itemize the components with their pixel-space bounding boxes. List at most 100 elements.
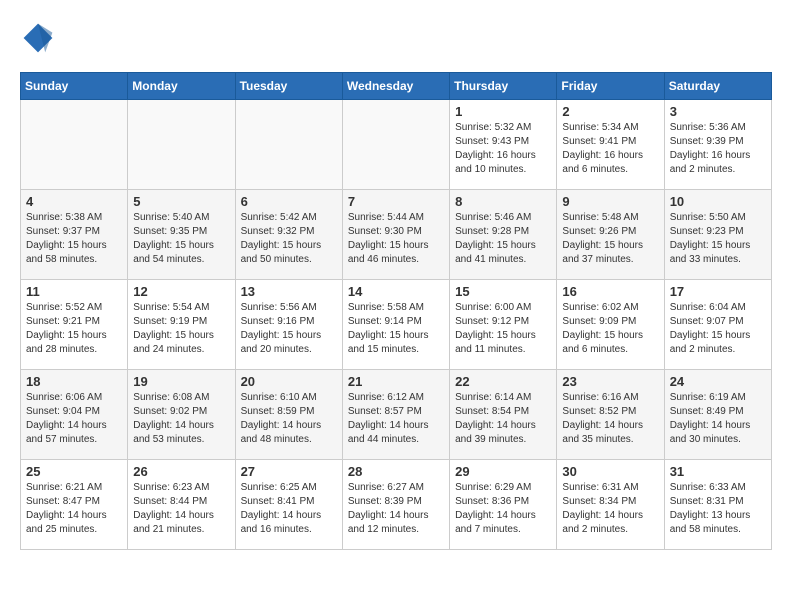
calendar-cell: 19Sunrise: 6:08 AM Sunset: 9:02 PM Dayli… [128,370,235,460]
weekday-header-wednesday: Wednesday [342,73,449,100]
day-number: 21 [348,374,444,389]
calendar-week-row: 11 Sunrise: 5:52 AM Sunset: 9:21 PM Dayli… [21,280,772,370]
page-header [20,20,772,56]
calendar-week-row: 25 Sunrise: 6:21 AM Sunset: 8:47 PM Dayli… [21,460,772,550]
calendar-cell: 4 Sunrise: 5:38 AM Sunset: 9:37 PM Daylig… [21,190,128,280]
weekday-header-sunday: Sunday [21,73,128,100]
calendar-cell: 10 Sunrise: 5:50 AM Sunset: 9:23 PM Dayli… [664,190,771,280]
day-number: 5 [133,194,229,209]
day-number: 12 [133,284,229,299]
day-number: 1 [455,104,551,119]
weekday-header-friday: Friday [557,73,664,100]
day-info: Sunrise: 6:14 AM Sunset: 8:54 PM Dayligh… [455,391,551,447]
calendar-table: SundayMondayTuesdayWednesdayThursdayFrid… [20,72,772,550]
calendar-cell [21,100,128,190]
day-number: 13 [241,284,337,299]
calendar-cell: 18 Sunrise: 6:06 AM Sunset: 9:04 PM Dayli… [21,370,128,460]
day-number: 15 [455,284,551,299]
day-info: Sunrise: 5:36 AM Sunset: 9:39 PM Dayligh… [670,121,766,177]
day-info: Sunrise: 6:21 AM Sunset: 8:47 PM Dayligh… [26,481,122,537]
day-number: 4 [26,194,122,209]
day-number: 9 [562,194,658,209]
calendar-week-row: 4 Sunrise: 5:38 AM Sunset: 9:37 PM Daylig… [21,190,772,280]
day-info: Sunrise: 5:40 AM Sunset: 9:35 PM Dayligh… [133,211,229,267]
day-info: Sunrise: 5:52 AM Sunset: 9:21 PM Dayligh… [26,301,122,357]
day-info: Sunrise: 6:23 AM Sunset: 8:44 PM Dayligh… [133,481,229,537]
day-info: Sunrise: 5:46 AM Sunset: 9:28 PM Dayligh… [455,211,551,267]
day-number: 25 [26,464,122,479]
logo-icon [20,20,56,56]
day-number: 20 [241,374,337,389]
calendar-cell: 24Sunrise: 6:19 AM Sunset: 8:49 PM Dayli… [664,370,771,460]
day-number: 28 [348,464,444,479]
calendar-cell: 28 Sunrise: 6:27 AM Sunset: 8:39 PM Dayli… [342,460,449,550]
day-info: Sunrise: 6:25 AM Sunset: 8:41 PM Dayligh… [241,481,337,537]
weekday-header-tuesday: Tuesday [235,73,342,100]
day-info: Sunrise: 6:08 AM Sunset: 9:02 PM Dayligh… [133,391,229,447]
calendar-week-row: 18 Sunrise: 6:06 AM Sunset: 9:04 PM Dayli… [21,370,772,460]
day-number: 11 [26,284,122,299]
day-info: Sunrise: 6:33 AM Sunset: 8:31 PM Dayligh… [670,481,766,537]
day-number: 22 [455,374,551,389]
calendar-cell: 2 Sunrise: 5:34 AM Sunset: 9:41 PM Daylig… [557,100,664,190]
calendar-cell: 6 Sunrise: 5:42 AM Sunset: 9:32 PM Daylig… [235,190,342,280]
calendar-cell: 12 Sunrise: 5:54 AM Sunset: 9:19 PM Dayli… [128,280,235,370]
calendar-cell: 5 Sunrise: 5:40 AM Sunset: 9:35 PM Daylig… [128,190,235,280]
calendar-cell: 20 Sunrise: 6:10 AM Sunset: 8:59 PM Dayli… [235,370,342,460]
calendar-cell: 31 Sunrise: 6:33 AM Sunset: 8:31 PM Dayli… [664,460,771,550]
day-number: 3 [670,104,766,119]
day-number: 30 [562,464,658,479]
day-info: Sunrise: 6:10 AM Sunset: 8:59 PM Dayligh… [241,391,337,447]
calendar-cell: 7 Sunrise: 5:44 AM Sunset: 9:30 PM Daylig… [342,190,449,280]
day-number: 6 [241,194,337,209]
day-info: Sunrise: 5:34 AM Sunset: 9:41 PM Dayligh… [562,121,658,177]
day-info: Sunrise: 5:44 AM Sunset: 9:30 PM Dayligh… [348,211,444,267]
day-info: Sunrise: 5:32 AM Sunset: 9:43 PM Dayligh… [455,121,551,177]
day-number: 18 [26,374,122,389]
calendar-cell: 9 Sunrise: 5:48 AM Sunset: 9:26 PM Daylig… [557,190,664,280]
day-number: 24 [670,374,766,389]
calendar-cell: 25 Sunrise: 6:21 AM Sunset: 8:47 PM Dayli… [21,460,128,550]
calendar-cell: 26 Sunrise: 6:23 AM Sunset: 8:44 PM Dayli… [128,460,235,550]
calendar-cell: 8Sunrise: 5:46 AM Sunset: 9:28 PM Daylig… [450,190,557,280]
day-number: 2 [562,104,658,119]
calendar-cell: 21Sunrise: 6:12 AM Sunset: 8:57 PM Dayli… [342,370,449,460]
day-number: 26 [133,464,229,479]
day-info: Sunrise: 5:38 AM Sunset: 9:37 PM Dayligh… [26,211,122,267]
day-number: 29 [455,464,551,479]
weekday-header-thursday: Thursday [450,73,557,100]
day-number: 16 [562,284,658,299]
calendar-cell: 11 Sunrise: 5:52 AM Sunset: 9:21 PM Dayli… [21,280,128,370]
day-info: Sunrise: 5:48 AM Sunset: 9:26 PM Dayligh… [562,211,658,267]
day-info: Sunrise: 5:58 AM Sunset: 9:14 PM Dayligh… [348,301,444,357]
day-info: Sunrise: 5:42 AM Sunset: 9:32 PM Dayligh… [241,211,337,267]
day-info: Sunrise: 6:29 AM Sunset: 8:36 PM Dayligh… [455,481,551,537]
calendar-cell [128,100,235,190]
calendar-cell: 23Sunrise: 6:16 AM Sunset: 8:52 PM Dayli… [557,370,664,460]
day-number: 7 [348,194,444,209]
calendar-cell: 14 Sunrise: 5:58 AM Sunset: 9:14 PM Dayli… [342,280,449,370]
day-number: 27 [241,464,337,479]
calendar-cell: 22 Sunrise: 6:14 AM Sunset: 8:54 PM Dayli… [450,370,557,460]
day-info: Sunrise: 6:27 AM Sunset: 8:39 PM Dayligh… [348,481,444,537]
day-number: 10 [670,194,766,209]
day-info: Sunrise: 6:02 AM Sunset: 9:09 PM Dayligh… [562,301,658,357]
day-number: 31 [670,464,766,479]
calendar-cell: 29 Sunrise: 6:29 AM Sunset: 8:36 PM Dayli… [450,460,557,550]
calendar-cell: 3 Sunrise: 5:36 AM Sunset: 9:39 PM Daylig… [664,100,771,190]
day-info: Sunrise: 6:06 AM Sunset: 9:04 PM Dayligh… [26,391,122,447]
day-info: Sunrise: 5:50 AM Sunset: 9:23 PM Dayligh… [670,211,766,267]
day-info: Sunrise: 6:04 AM Sunset: 9:07 PM Dayligh… [670,301,766,357]
day-info: Sunrise: 5:56 AM Sunset: 9:16 PM Dayligh… [241,301,337,357]
calendar-cell: 15Sunrise: 6:00 AM Sunset: 9:12 PM Dayli… [450,280,557,370]
day-number: 14 [348,284,444,299]
day-info: Sunrise: 5:54 AM Sunset: 9:19 PM Dayligh… [133,301,229,357]
day-number: 23 [562,374,658,389]
calendar-week-row: 1 Sunrise: 5:32 AM Sunset: 9:43 PM Daylig… [21,100,772,190]
day-number: 17 [670,284,766,299]
calendar-cell [342,100,449,190]
calendar-cell [235,100,342,190]
calendar-cell: 16 Sunrise: 6:02 AM Sunset: 9:09 PM Dayli… [557,280,664,370]
calendar-cell: 1 Sunrise: 5:32 AM Sunset: 9:43 PM Daylig… [450,100,557,190]
weekday-header-saturday: Saturday [664,73,771,100]
